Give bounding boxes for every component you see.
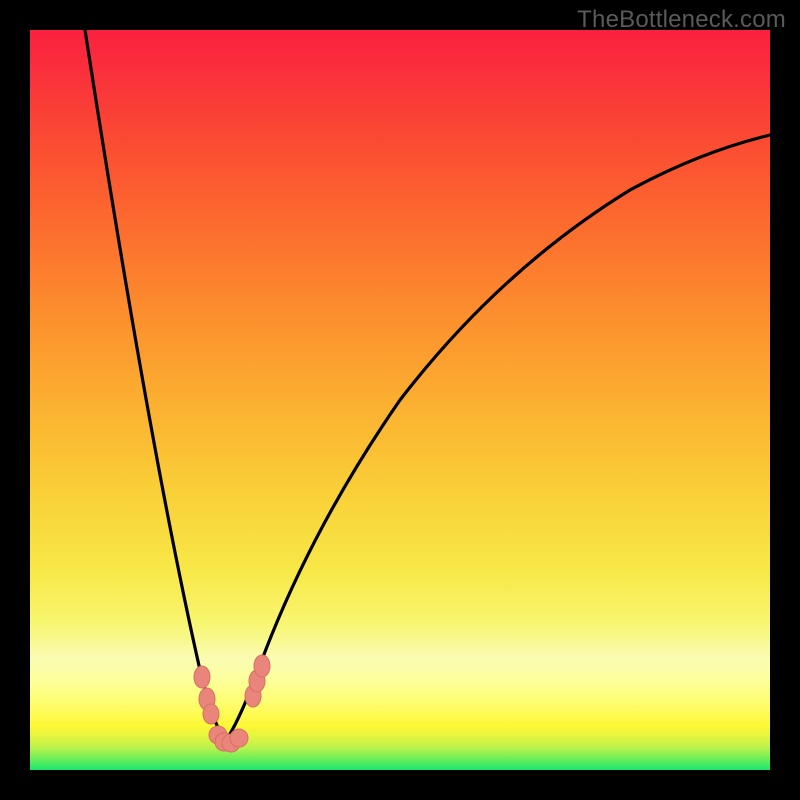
- marker-group: [194, 655, 270, 752]
- curve-right: [225, 135, 770, 742]
- marker-dot: [254, 655, 270, 677]
- marker-dot: [203, 704, 219, 724]
- marker-dot: [230, 729, 248, 747]
- plot-area: [30, 30, 770, 770]
- curve-left: [85, 30, 225, 742]
- chart-frame: TheBottleneck.com: [0, 0, 800, 800]
- attribution-label: TheBottleneck.com: [577, 6, 786, 34]
- marker-dot: [194, 666, 210, 688]
- curve-layer: [30, 30, 770, 770]
